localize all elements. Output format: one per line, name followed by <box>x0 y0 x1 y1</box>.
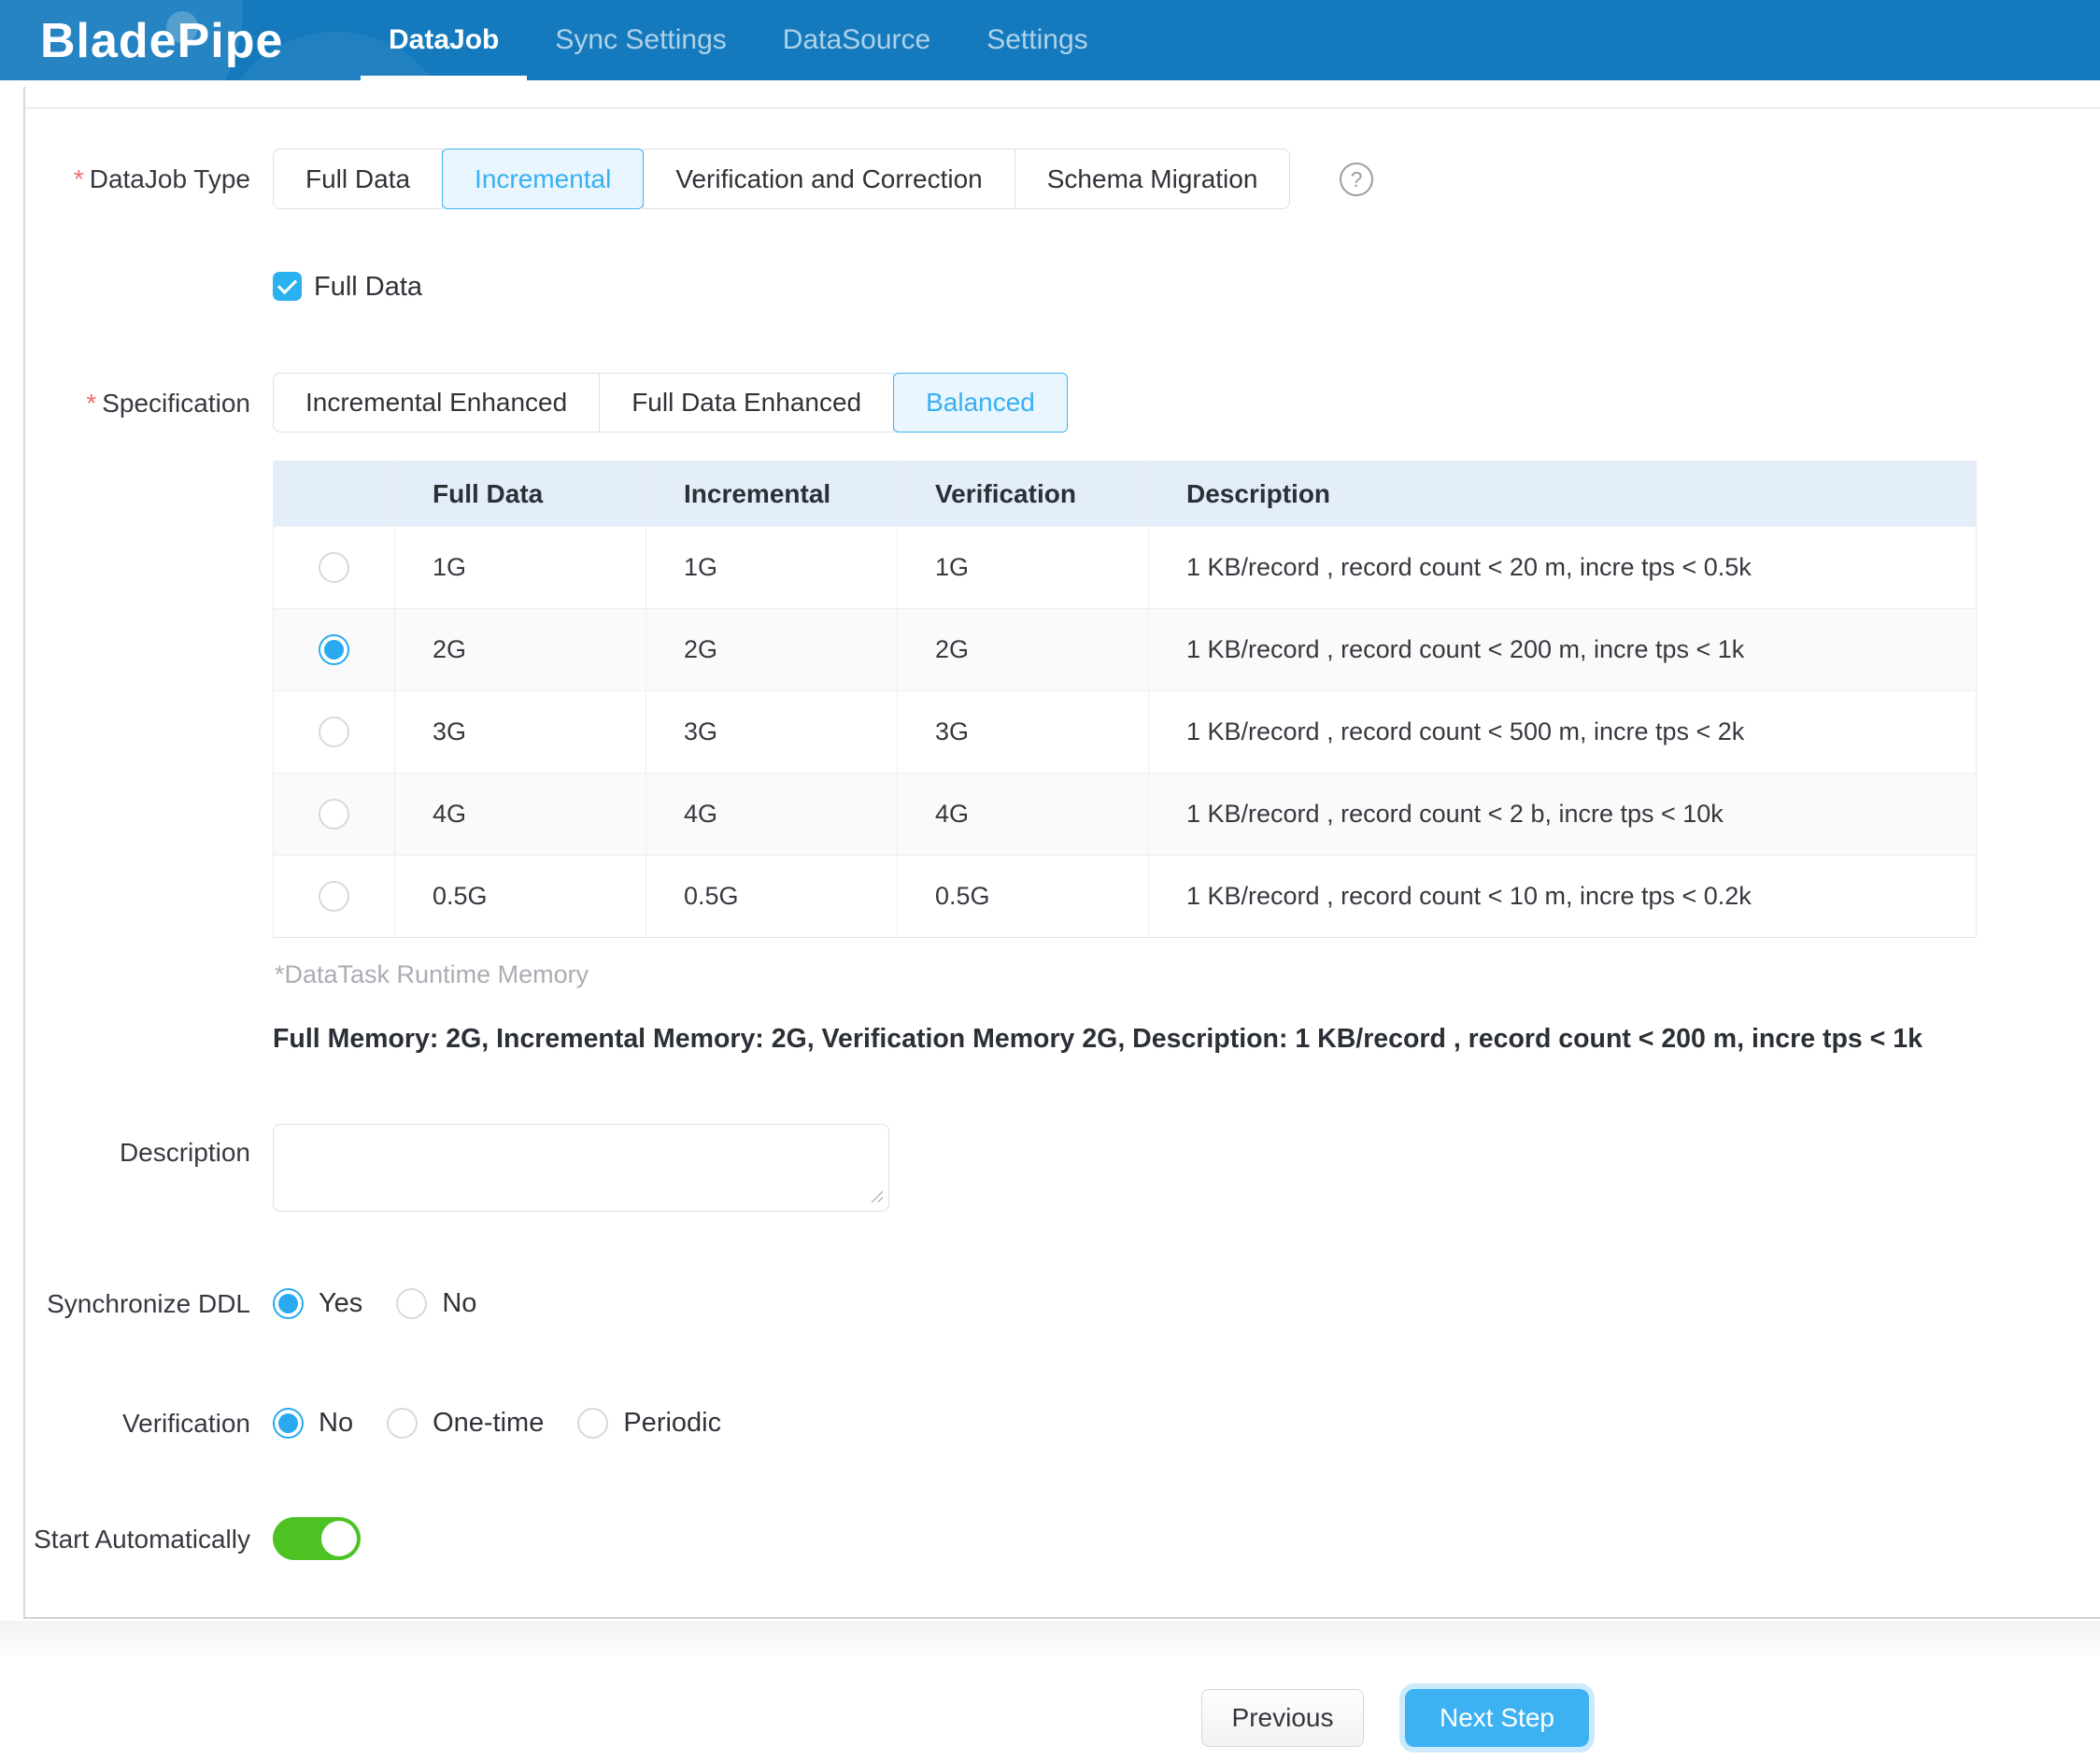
cell-description: 1 KB/record , record count < 500 m, incr… <box>1149 691 1976 773</box>
row-radio-cell <box>274 691 395 773</box>
row-radio-cell <box>274 774 395 855</box>
nav-item-sync-settings[interactable]: Sync Settings <box>527 0 754 80</box>
synchronize-ddl-group: Yes No <box>273 1288 510 1319</box>
verification-periodic-option[interactable]: Periodic <box>577 1408 721 1439</box>
cell-verification: 1G <box>898 527 1149 608</box>
table-row-1g: 1G 1G 1G 1 KB/record , record count < 20… <box>274 526 1976 608</box>
cell-description: 1 KB/record , record count < 20 m, incre… <box>1149 527 1976 608</box>
verification-no-option[interactable]: No <box>273 1408 353 1439</box>
spec-balanced[interactable]: Balanced <box>893 373 1068 433</box>
table-header-radio-col <box>274 461 395 526</box>
datajob-type-schema-migration[interactable]: Schema Migration <box>1015 149 1291 209</box>
row-1g-radio[interactable] <box>319 552 349 583</box>
row-radio-cell <box>274 609 395 690</box>
start-automatically-label: Start Automatically <box>0 1524 250 1554</box>
sync-ddl-no-radio[interactable] <box>396 1288 427 1319</box>
table-header-full-data: Full Data <box>395 461 646 526</box>
datatask-runtime-memory-note: *DataTask Runtime Memory <box>275 960 589 989</box>
cell-incremental: 2G <box>646 609 898 690</box>
row-05g-radio[interactable] <box>319 881 349 912</box>
row-radio-cell <box>274 527 395 608</box>
verification-onetime-option[interactable]: One-time <box>387 1408 544 1439</box>
full-data-checkbox[interactable] <box>273 272 302 301</box>
cell-incremental: 3G <box>646 691 898 773</box>
cell-full-data: 3G <box>395 691 646 773</box>
description-label: Description <box>0 1138 250 1168</box>
table-row-4g: 4G 4G 4G 1 KB/record , record count < 2 … <box>274 773 1976 855</box>
specification-group: Incremental Enhanced Full Data Enhanced … <box>273 373 1068 433</box>
start-automatically-toggle[interactable] <box>273 1517 361 1560</box>
required-marker: * <box>86 389 96 418</box>
row-4g-radio[interactable] <box>319 799 349 830</box>
memory-summary: Full Memory: 2G, Incremental Memory: 2G,… <box>273 1024 1923 1055</box>
datajob-type-full-data[interactable]: Full Data <box>273 149 443 209</box>
verification-label: Verification <box>0 1408 250 1439</box>
cell-verification: 0.5G <box>898 856 1149 937</box>
cell-verification: 3G <box>898 691 1149 773</box>
verification-no-radio[interactable] <box>273 1408 304 1439</box>
nav-menu: DataJob Sync Settings DataSource Setting… <box>361 0 1116 80</box>
next-step-button[interactable]: Next Step <box>1405 1689 1589 1747</box>
cell-incremental: 1G <box>646 527 898 608</box>
datajob-type-incremental[interactable]: Incremental <box>442 149 644 209</box>
sync-ddl-yes-option[interactable]: Yes <box>273 1288 362 1319</box>
table-header-description: Description <box>1149 461 1976 526</box>
cell-description: 1 KB/record , record count < 200 m, incr… <box>1149 609 1976 690</box>
cell-incremental: 0.5G <box>646 856 898 937</box>
nav-item-datasource[interactable]: DataSource <box>755 0 958 80</box>
row-radio-cell <box>274 856 395 937</box>
cell-full-data: 2G <box>395 609 646 690</box>
cell-description: 1 KB/record , record count < 10 m, incre… <box>1149 856 1976 937</box>
description-textarea[interactable] <box>273 1124 889 1212</box>
nav-item-datajob[interactable]: DataJob <box>361 0 527 80</box>
cell-verification: 2G <box>898 609 1149 690</box>
table-header-verification: Verification <box>898 461 1149 526</box>
table-header-incremental: Incremental <box>646 461 898 526</box>
cell-full-data: 4G <box>395 774 646 855</box>
verification-periodic-label: Periodic <box>623 1408 721 1439</box>
row-2g-radio[interactable] <box>319 634 349 665</box>
cell-description: 1 KB/record , record count < 2 b, incre … <box>1149 774 1976 855</box>
verification-onetime-label: One-time <box>433 1408 544 1439</box>
specification-table: Full Data Incremental Verification Descr… <box>273 461 1977 938</box>
previous-button[interactable]: Previous <box>1201 1689 1364 1747</box>
table-header-row: Full Data Incremental Verification Descr… <box>274 461 1976 526</box>
nav-item-settings[interactable]: Settings <box>958 0 1115 80</box>
datajob-type-verification-correction[interactable]: Verification and Correction <box>643 149 1015 209</box>
verification-group: No One-time Periodic <box>273 1408 755 1439</box>
top-navbar: BladePipe DataJob Sync Settings DataSour… <box>0 0 2100 80</box>
spec-full-data-enhanced[interactable]: Full Data Enhanced <box>599 373 894 433</box>
specification-label: *Specification <box>0 389 250 419</box>
toggle-knob <box>321 1521 357 1556</box>
sync-ddl-yes-radio[interactable] <box>273 1288 304 1319</box>
full-data-checkbox-label: Full Data <box>314 272 422 302</box>
cell-verification: 4G <box>898 774 1149 855</box>
help-icon[interactable]: ? <box>1340 163 1373 196</box>
datajob-type-label: *DataJob Type <box>0 164 250 194</box>
table-row-3g: 3G 3G 3G 1 KB/record , record count < 50… <box>274 690 1976 773</box>
bladepipe-logo: BladePipe <box>40 13 283 69</box>
sync-ddl-yes-label: Yes <box>319 1288 362 1319</box>
sync-ddl-no-option[interactable]: No <box>396 1288 476 1319</box>
panel-footer-shadow <box>0 1621 2100 1656</box>
verification-no-label: No <box>319 1408 353 1439</box>
cell-full-data: 0.5G <box>395 856 646 937</box>
synchronize-ddl-label: Synchronize DDL <box>0 1288 250 1319</box>
required-marker: * <box>74 164 84 193</box>
datajob-type-group: Full Data Incremental Verification and C… <box>273 149 1290 209</box>
cell-incremental: 4G <box>646 774 898 855</box>
verification-periodic-radio[interactable] <box>577 1408 608 1439</box>
verification-onetime-radio[interactable] <box>387 1408 418 1439</box>
cell-full-data: 1G <box>395 527 646 608</box>
table-row-2g: 2G 2G 2G 1 KB/record , record count < 20… <box>274 608 1976 690</box>
panel-divider <box>23 107 2100 108</box>
spec-incremental-enhanced[interactable]: Incremental Enhanced <box>273 373 600 433</box>
row-3g-radio[interactable] <box>319 717 349 747</box>
table-row-05g: 0.5G 0.5G 0.5G 1 KB/record , record coun… <box>274 855 1976 937</box>
sync-ddl-no-label: No <box>442 1288 476 1319</box>
